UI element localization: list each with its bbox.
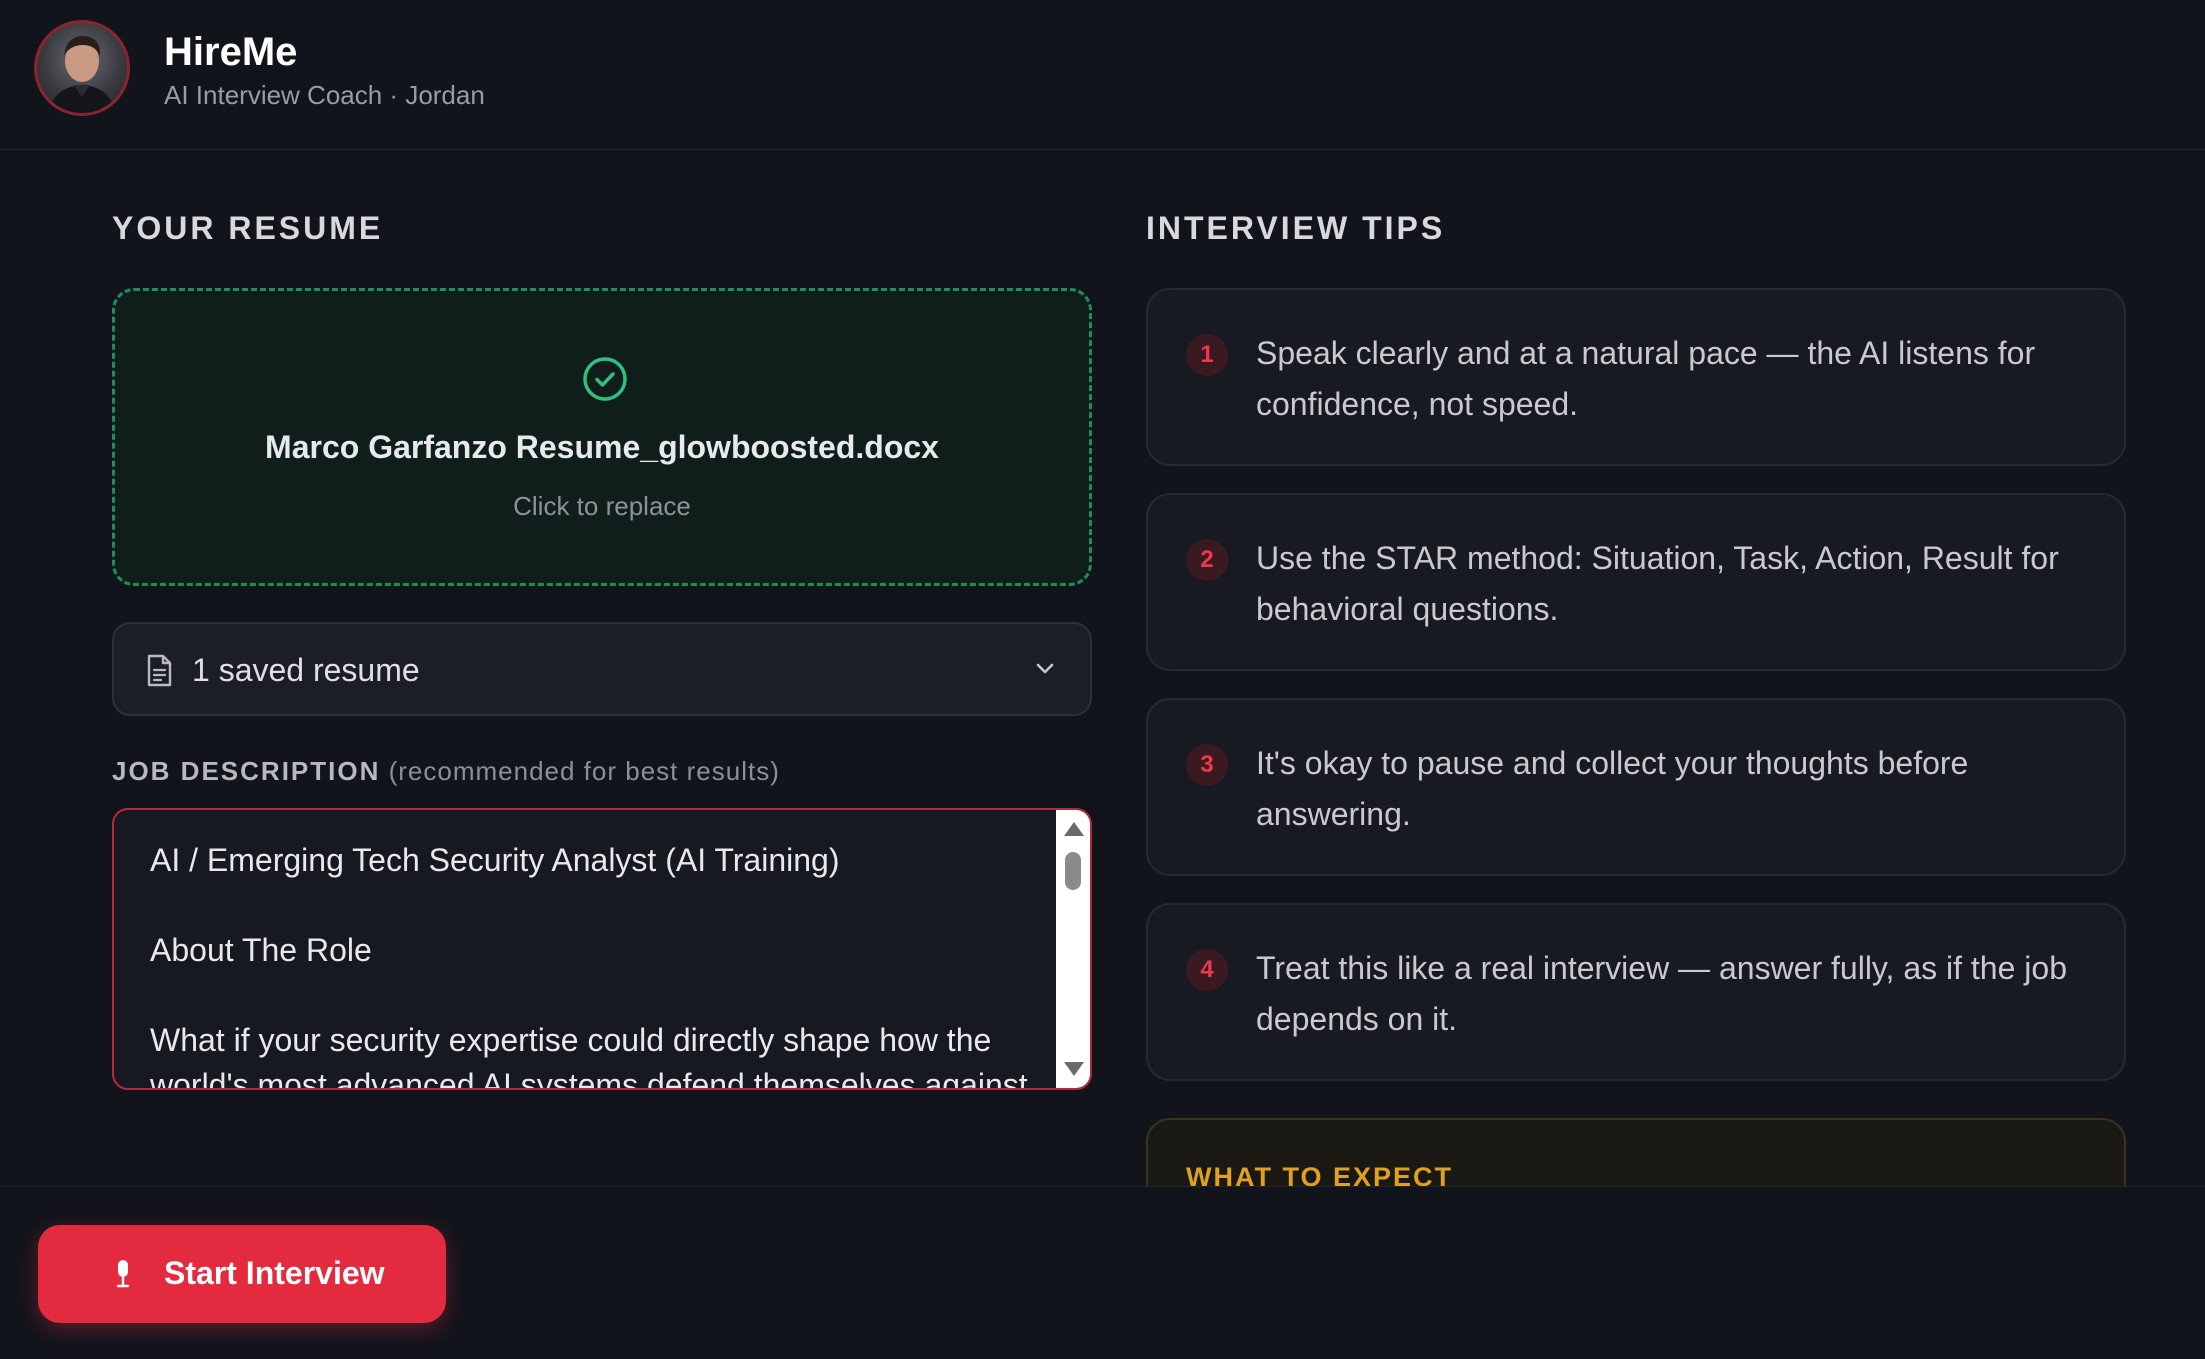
- resume-upload-zone[interactable]: Marco Garfanzo Resume_glowboosted.docx C…: [112, 288, 1092, 586]
- tip-number-badge: 1: [1186, 334, 1228, 376]
- job-description-label: JOB DESCRIPTION (recommended for best re…: [112, 756, 780, 787]
- job-description-line: About The Role: [150, 932, 372, 968]
- tip-number-badge: 2: [1186, 539, 1228, 581]
- microphone-icon: [116, 1260, 130, 1288]
- avatar-portrait: [49, 35, 115, 113]
- job-description-content: AI / Emerging Tech Security Analyst (AI …: [150, 838, 1030, 1090]
- chevron-down-icon: [1036, 663, 1054, 674]
- tip-text: Speak clearly and at a natural pace — th…: [1256, 335, 2036, 422]
- tip-text: Treat this like a real interview — answe…: [1256, 950, 2067, 1037]
- job-description-textarea[interactable]: AI / Emerging Tech Security Analyst (AI …: [112, 808, 1092, 1090]
- tip-text: It's okay to pause and collect your thou…: [1256, 745, 1969, 832]
- job-description-label-hint: (recommended for best results): [388, 756, 780, 786]
- saved-resume-dropdown[interactable]: 1 saved resume: [112, 622, 1092, 716]
- start-interview-label: Start Interview: [164, 1255, 385, 1291]
- avatar[interactable]: [34, 20, 130, 116]
- job-description-line: What if your security expertise could di…: [150, 1022, 1028, 1090]
- resume-file-name: Marco Garfanzo Resume_glowboosted.docx: [265, 429, 939, 465]
- job-description-label-text: JOB DESCRIPTION: [112, 756, 381, 786]
- document-icon: [147, 654, 172, 687]
- tips-section-title: INTERVIEW TIPS: [1146, 210, 1446, 246]
- textarea-scrollbar[interactable]: [1056, 810, 1090, 1088]
- scroll-down-arrow-icon[interactable]: [1064, 1062, 1084, 1076]
- app-title: HireMe: [164, 30, 298, 74]
- scroll-up-arrow-icon[interactable]: [1064, 822, 1084, 836]
- saved-resume-label: 1 saved resume: [192, 652, 420, 688]
- app-header: HireMe AI Interview Coach · Jordan: [0, 0, 2205, 150]
- tip-number-badge: 4: [1186, 949, 1228, 991]
- tip-text: Use the STAR method: Situation, Task, Ac…: [1256, 540, 2059, 627]
- footer-bar: Start Interview: [0, 1186, 2205, 1359]
- tip-card: 2 Use the STAR method: Situation, Task, …: [1146, 493, 2126, 671]
- start-interview-button[interactable]: Start Interview: [38, 1225, 446, 1323]
- replace-hint: Click to replace: [513, 491, 691, 521]
- scroll-thumb[interactable]: [1065, 852, 1081, 890]
- tip-card: 1 Speak clearly and at a natural pace — …: [1146, 288, 2126, 466]
- resume-section-title: YOUR RESUME: [112, 210, 384, 246]
- tip-card: 4 Treat this like a real interview — ans…: [1146, 903, 2126, 1081]
- tip-number-badge: 3: [1186, 744, 1228, 786]
- check-circle-icon: [583, 357, 627, 401]
- tip-card: 3 It's okay to pause and collect your th…: [1146, 698, 2126, 876]
- job-description-line: AI / Emerging Tech Security Analyst (AI …: [150, 842, 840, 878]
- app-subtitle: AI Interview Coach · Jordan: [164, 80, 485, 110]
